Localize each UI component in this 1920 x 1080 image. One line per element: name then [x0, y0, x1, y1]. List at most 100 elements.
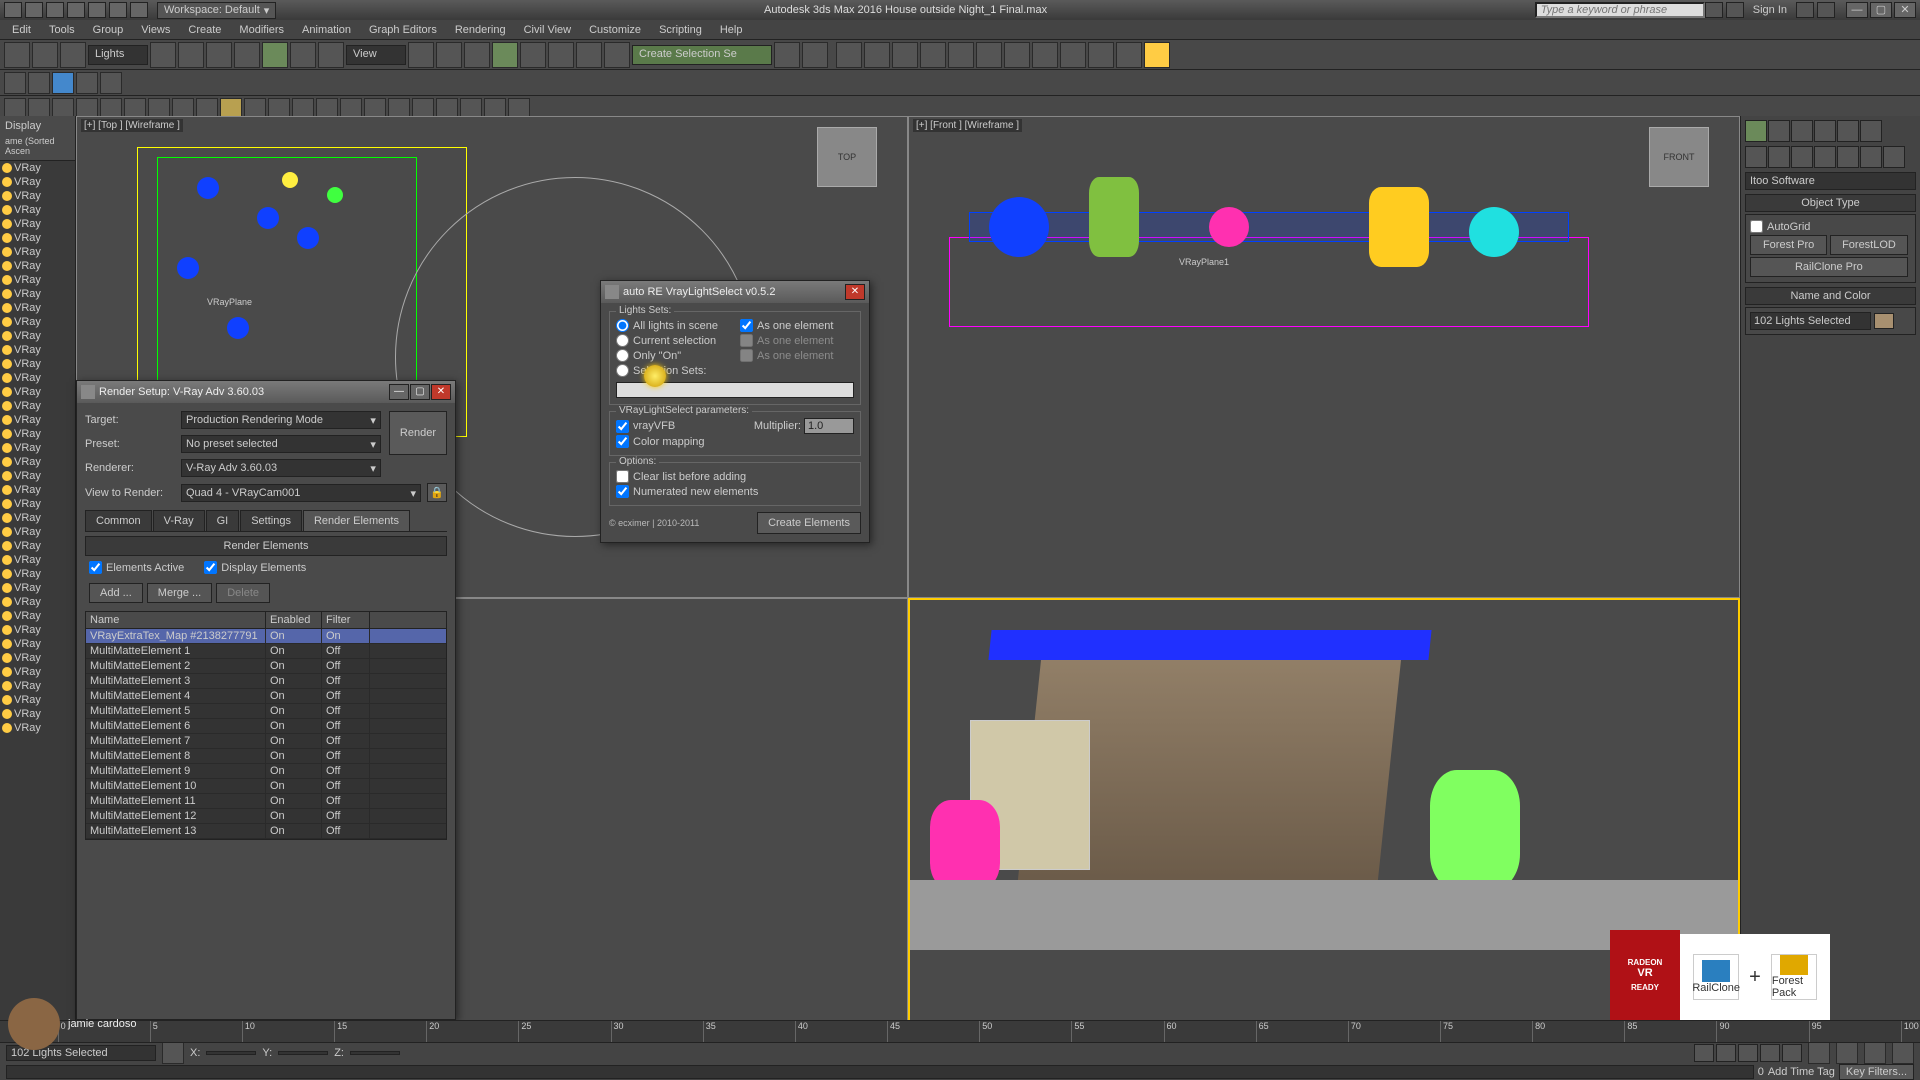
goto-start-icon[interactable] [1694, 1044, 1714, 1062]
name-col-header[interactable]: ame (Sorted Ascen [2, 134, 73, 158]
scene-item[interactable]: VRay [0, 539, 75, 553]
percent-snap-icon[interactable] [548, 42, 574, 68]
vls-clearlist-checkbox[interactable] [616, 470, 629, 483]
coord-y-input[interactable] [278, 1051, 328, 1055]
coord-z-input[interactable] [350, 1051, 400, 1055]
shapes-icon[interactable] [1768, 146, 1790, 168]
teapot-cloud-icon[interactable] [1116, 42, 1142, 68]
col-filter-header[interactable]: Filter [322, 612, 370, 628]
render-element-row[interactable]: MultiMatteElement 11OnOff [86, 794, 446, 809]
keyboard-icon[interactable] [464, 42, 490, 68]
lights-icon[interactable] [1791, 146, 1813, 168]
window-maximize[interactable]: ▢ [1870, 2, 1892, 18]
vls-vrayvfb-checkbox[interactable] [616, 420, 629, 433]
render-frame-icon[interactable] [976, 42, 1002, 68]
mirror-icon[interactable] [774, 42, 800, 68]
redo-icon[interactable] [109, 2, 127, 18]
scene-list[interactable]: VRayVRayVRayVRayVRayVRayVRayVRayVRayVRay… [0, 161, 75, 1080]
next-frame-icon[interactable] [1760, 1044, 1780, 1062]
vls-radio-onlyon[interactable] [616, 349, 629, 362]
cameras-icon[interactable] [1814, 146, 1836, 168]
rs-close[interactable]: ✕ [431, 384, 451, 400]
help-search-input[interactable] [1535, 2, 1705, 18]
vls-multiplier-input[interactable] [804, 418, 854, 434]
vls-close[interactable]: ✕ [845, 284, 865, 300]
selection-set-dropdown[interactable]: Create Selection Se [632, 45, 772, 65]
rollout-name-color[interactable]: Name and Color [1745, 287, 1916, 305]
scene-item[interactable]: VRay [0, 357, 75, 371]
scene-explorer-toggle-icon[interactable] [4, 72, 26, 94]
goto-end-icon[interactable] [1782, 1044, 1802, 1062]
align-icon[interactable] [802, 42, 828, 68]
elements-active-checkbox[interactable] [89, 561, 102, 574]
viewcube-top[interactable]: TOP [817, 127, 877, 187]
rs-lock-view-icon[interactable]: 🔒 [427, 483, 447, 502]
render-button[interactable]: Render [389, 411, 447, 455]
render-element-row[interactable]: MultiMatteElement 3OnOff [86, 674, 446, 689]
filter-lights-dropdown[interactable]: Lights [88, 45, 148, 65]
object-name-input[interactable]: 102 Lights Selected [1750, 312, 1871, 330]
render-element-row[interactable]: MultiMatteElement 4OnOff [86, 689, 446, 704]
render-setup-icon[interactable] [948, 42, 974, 68]
create-category-dropdown[interactable]: Itoo Software [1745, 172, 1916, 190]
render-element-row[interactable]: MultiMatteElement 2OnOff [86, 659, 446, 674]
scene-item[interactable]: VRay [0, 343, 75, 357]
scene-item[interactable]: VRay [0, 161, 75, 175]
scene-item[interactable]: VRay [0, 651, 75, 665]
render-iterate-icon[interactable] [1032, 42, 1058, 68]
vls-create-elements-button[interactable]: Create Elements [757, 512, 861, 534]
scene-item[interactable]: VRay [0, 245, 75, 259]
rs-tab-settings[interactable]: Settings [240, 510, 302, 531]
scene-item[interactable]: VRay [0, 441, 75, 455]
autogrid-checkbox[interactable] [1750, 220, 1763, 233]
rollout-object-type[interactable]: Object Type [1745, 194, 1916, 212]
space-icon[interactable] [1860, 146, 1882, 168]
helpers-icon[interactable] [1837, 146, 1859, 168]
scene-item[interactable]: VRay [0, 679, 75, 693]
render-element-row[interactable]: VRayExtraTex_Map #2138277791OnOn [86, 629, 446, 644]
open-icon[interactable] [46, 2, 64, 18]
scene-item[interactable]: VRay [0, 399, 75, 413]
rs-renderer-dropdown[interactable]: V-Ray Adv 3.60.03 [181, 459, 381, 477]
menu-edit[interactable]: Edit [4, 22, 39, 38]
current-frame-input[interactable]: 0 [1758, 1066, 1764, 1078]
scene-item[interactable]: VRay [0, 609, 75, 623]
render-element-row[interactable]: MultiMatteElement 9OnOff [86, 764, 446, 779]
menu-help[interactable]: Help [712, 22, 751, 38]
nav-orbit-icon[interactable] [1836, 1042, 1858, 1064]
viewport-front[interactable]: [+] [Front ] [Wireframe ] FRONT VRayPlan… [908, 116, 1740, 598]
bind-icon[interactable] [60, 42, 86, 68]
menu-views[interactable]: Views [133, 22, 178, 38]
display-tab-icon[interactable] [1837, 120, 1859, 142]
tool-icon-b[interactable] [100, 72, 122, 94]
help-icon[interactable] [1817, 2, 1835, 18]
lightbulb-icon[interactable] [1144, 42, 1170, 68]
select-region-icon[interactable] [206, 42, 232, 68]
scene-item[interactable]: VRay [0, 175, 75, 189]
teapot-render-icon[interactable] [1060, 42, 1086, 68]
menu-group[interactable]: Group [85, 22, 132, 38]
star-icon[interactable] [1726, 2, 1744, 18]
material-editor-icon[interactable] [920, 42, 946, 68]
select-rotate-icon[interactable] [290, 42, 316, 68]
exchange-icon[interactable] [1796, 2, 1814, 18]
scene-item[interactable]: VRay [0, 497, 75, 511]
scene-item[interactable]: VRay [0, 371, 75, 385]
add-element-button[interactable]: Add ... [89, 583, 143, 603]
manip-icon[interactable] [436, 42, 462, 68]
scene-item[interactable]: VRay [0, 469, 75, 483]
forest-lod-button[interactable]: ForestLOD [1830, 235, 1907, 255]
render-element-row[interactable]: MultiMatteElement 8OnOff [86, 749, 446, 764]
link-icon[interactable] [130, 2, 148, 18]
play-icon[interactable] [1738, 1044, 1758, 1062]
create-tab-icon[interactable] [1745, 120, 1767, 142]
viewcube-front[interactable]: FRONT [1649, 127, 1709, 187]
select-name-icon[interactable] [178, 42, 204, 68]
scene-item[interactable]: VRay [0, 623, 75, 637]
time-ruler[interactable]: 0510152025303540455055606570758085909510… [0, 1021, 1920, 1043]
railclone-icon[interactable] [52, 72, 74, 94]
editnamed-icon[interactable] [604, 42, 630, 68]
scene-item[interactable]: VRay [0, 273, 75, 287]
menu-grapheditors[interactable]: Graph Editors [361, 22, 445, 38]
geom-icon[interactable] [1745, 146, 1767, 168]
